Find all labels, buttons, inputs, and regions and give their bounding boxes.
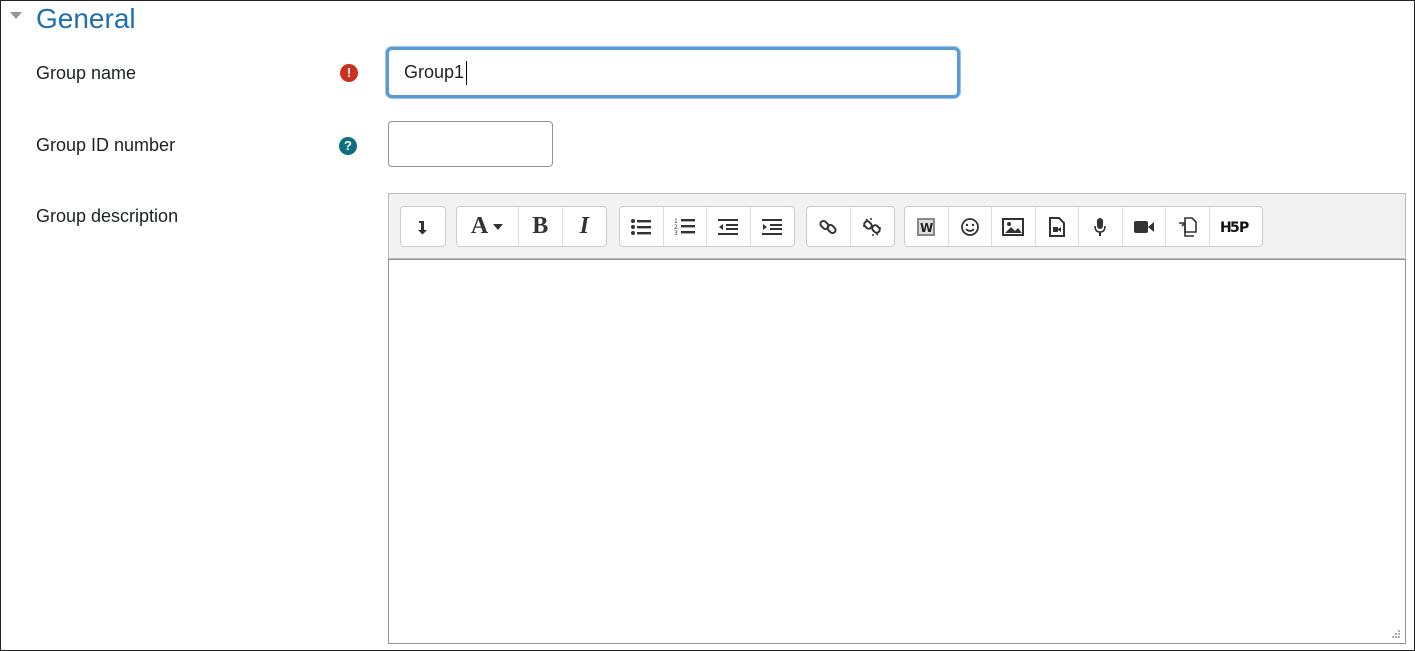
- toolbar-group-5: W H5P: [904, 206, 1263, 247]
- form-frame: General Group name ! Group ID number ? G…: [0, 0, 1415, 651]
- resize-grip-icon[interactable]: [1391, 629, 1401, 639]
- copy-paste-icon[interactable]: [1166, 207, 1210, 246]
- unordered-list-icon[interactable]: [620, 207, 664, 246]
- svg-text:W: W: [920, 221, 933, 235]
- group-name-input[interactable]: [386, 47, 960, 98]
- h5p-icon[interactable]: H5P: [1210, 207, 1262, 246]
- record-audio-icon[interactable]: [1079, 207, 1123, 246]
- media-icon[interactable]: [1036, 207, 1079, 246]
- group-id-label: Group ID number: [36, 135, 176, 155]
- show-more-icon[interactable]: [401, 207, 445, 246]
- svg-text:P: P: [1239, 220, 1249, 235]
- link-icon[interactable]: [807, 207, 851, 246]
- caret-down-icon[interactable]: [10, 12, 22, 19]
- ordered-list-icon[interactable]: 123: [664, 207, 707, 246]
- toolbar-group-4: [806, 206, 895, 247]
- toolbar-group-3: 123: [619, 206, 795, 247]
- font-style-icon[interactable]: A: [457, 207, 519, 246]
- required-icon: !: [340, 64, 358, 82]
- group-id-input[interactable]: [388, 121, 553, 167]
- section-title[interactable]: General: [36, 2, 136, 36]
- toolbar-group-2: A B I: [456, 206, 607, 247]
- svg-text:3: 3: [674, 230, 678, 237]
- word-import-icon[interactable]: W: [905, 207, 949, 246]
- outdent-icon[interactable]: [707, 207, 751, 246]
- indent-icon[interactable]: [751, 207, 795, 246]
- toolbar-group-1: [400, 206, 446, 247]
- bold-icon[interactable]: B: [519, 207, 563, 246]
- text-cursor: [466, 61, 467, 85]
- group-name-label: Group name: [36, 63, 137, 83]
- description-editor[interactable]: [388, 259, 1406, 644]
- help-icon[interactable]: ?: [339, 137, 357, 155]
- unlink-icon[interactable]: [851, 207, 895, 246]
- group-description-label: Group description: [36, 206, 179, 226]
- editor-toolbar: A B I 123 W H 5 P: [388, 193, 1406, 259]
- record-video-icon[interactable]: [1123, 207, 1166, 246]
- emoji-icon[interactable]: [949, 207, 992, 246]
- italic-icon[interactable]: I: [563, 207, 607, 246]
- image-icon[interactable]: [992, 207, 1036, 246]
